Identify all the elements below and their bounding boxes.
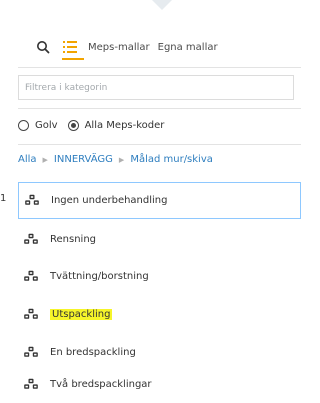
divider <box>18 67 301 68</box>
filter-options: Golv Alla Meps-koder <box>18 120 164 131</box>
breadcrumb-item[interactable]: Alla <box>18 154 37 165</box>
list-item-label: Utspackling <box>50 309 113 320</box>
list-item-label: Två bredspacklingar <box>50 379 152 390</box>
list-item[interactable]: Tvättning/borstning <box>18 258 301 295</box>
tab-meps-mallar[interactable]: Meps-mallar <box>88 42 150 53</box>
active-tab-indicator <box>62 58 84 60</box>
component-icon <box>22 308 40 322</box>
radio-alla-meps-koder[interactable]: Alla Meps-koder <box>67 120 165 131</box>
side-number: 1 <box>0 193 7 204</box>
radio-unselected-icon <box>18 120 29 131</box>
category-filter-input[interactable] <box>18 75 294 100</box>
breadcrumb-item[interactable]: Målad mur/skiva <box>130 154 213 165</box>
dropdown-pointer <box>152 0 172 10</box>
list-item-label: Tvättning/borstning <box>50 271 149 282</box>
list-item[interactable]: Två bredspacklingar <box>18 366 301 403</box>
list-item-label: Ingen underbehandling <box>51 195 168 206</box>
radio-label: Alla Meps-koder <box>84 120 165 131</box>
list-item-label: En bredspackling <box>50 347 136 358</box>
list-item[interactable]: Ingen underbehandling <box>18 182 301 219</box>
list-item[interactable]: Rensning <box>18 221 301 258</box>
component-icon <box>22 346 40 360</box>
breadcrumb: Alla ▶ INNERVÄGG ▶ Målad mur/skiva <box>18 154 213 165</box>
radio-selected-icon <box>67 120 79 131</box>
breadcrumb-separator-icon: ▶ <box>42 155 48 164</box>
tab-egna-mallar[interactable]: Egna mallar <box>158 42 218 53</box>
breadcrumb-item[interactable]: INNERVÄGG <box>54 154 113 165</box>
component-icon <box>23 194 41 208</box>
radio-label: Golv <box>35 120 58 131</box>
divider <box>18 144 301 145</box>
list-item[interactable]: Utspackling <box>18 296 301 333</box>
list-item-label: Rensning <box>50 234 97 245</box>
breadcrumb-separator-icon: ▶ <box>118 155 125 164</box>
component-icon <box>22 270 40 284</box>
toolbar: Meps-mallar Egna mallar <box>0 34 301 60</box>
divider <box>18 108 301 109</box>
radio-golv[interactable]: Golv <box>18 120 58 131</box>
component-icon <box>22 378 40 392</box>
component-icon <box>22 233 40 247</box>
search-icon[interactable] <box>36 40 50 54</box>
list-icon[interactable] <box>62 39 78 55</box>
